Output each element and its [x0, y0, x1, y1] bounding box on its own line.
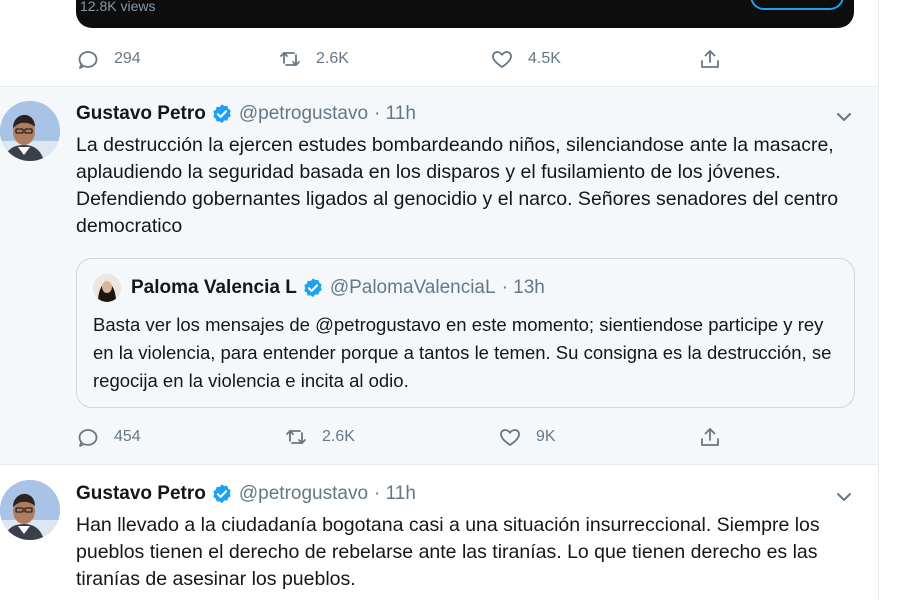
author-handle[interactable]: @petrogustavo — [239, 103, 368, 125]
retweet-count: 2.6K — [316, 50, 349, 67]
tweet-header: Gustavo Petro @petrogustavo · 11h — [76, 481, 416, 507]
reply-count: 294 — [114, 50, 141, 67]
share-icon — [701, 50, 719, 68]
video-preview[interactable]: 12.8K views — [76, 0, 854, 28]
like-count: 4.5K — [528, 50, 561, 67]
timeline: 12.8K views 294 2.6K 4.5K Gustavo Petro … — [0, 0, 878, 600]
reply-count: 454 — [114, 428, 141, 445]
author-handle[interactable]: @petrogustavo — [239, 483, 368, 505]
chevron-down-icon — [837, 493, 851, 501]
like-button[interactable]: 4.5K — [490, 44, 561, 74]
quoted-timestamp: · 13h — [501, 277, 545, 298]
tweet-actions: 454 2.6K 9K — [76, 422, 736, 452]
author-name[interactable]: Gustavo Petro — [76, 103, 206, 125]
verified-badge-icon — [213, 484, 231, 504]
quoted-author-name: Paloma Valencia L — [131, 277, 297, 298]
tweet-header: Gustavo Petro @petrogustavo · 11h — [76, 101, 416, 127]
quoted-author-handle: @PalomaValenciaL — [329, 277, 496, 298]
chevron-down-icon — [837, 113, 851, 121]
avatar[interactable] — [0, 480, 60, 540]
like-count: 9K — [536, 428, 556, 445]
avatar-image — [0, 101, 60, 161]
retweet-button[interactable]: 2.6K — [278, 44, 349, 74]
like-button[interactable]: 9K — [498, 422, 556, 452]
reply-button[interactable]: 454 — [76, 422, 141, 452]
column-border — [878, 0, 879, 600]
retweet-icon — [286, 430, 306, 444]
share-button[interactable] — [698, 422, 722, 452]
quoted-avatar — [93, 274, 121, 302]
share-button[interactable] — [698, 44, 722, 74]
retweet-count: 2.6K — [322, 428, 355, 445]
heart-icon — [492, 51, 512, 68]
quoted-tweet[interactable]: Paloma Valencia L @PalomaValenciaL · 13h… — [76, 258, 855, 408]
video-button[interactable] — [750, 0, 844, 10]
avatar[interactable] — [0, 101, 60, 161]
retweet-icon — [280, 52, 300, 66]
quoted-tweet-text: Basta ver los mensajes de @petrogustavo … — [93, 314, 832, 391]
avatar-image — [0, 480, 60, 540]
quoted-tweet-header: Paloma Valencia L @PalomaValenciaL · 13h — [93, 274, 545, 302]
tweet[interactable]: Gustavo Petro @petrogustavo · 11h La des… — [0, 87, 878, 464]
heart-icon — [500, 429, 520, 446]
author-name[interactable]: Gustavo Petro — [76, 483, 206, 505]
reply-icon — [78, 51, 98, 69]
reply-button[interactable]: 294 — [76, 44, 141, 74]
verified-badge-icon — [213, 104, 231, 124]
quoted-avatar-image — [93, 274, 121, 302]
tweet-actions: 294 2.6K 4.5K — [76, 44, 736, 74]
tweet-timestamp[interactable]: · 11h — [374, 483, 416, 505]
retweet-button[interactable]: 2.6K — [284, 422, 355, 452]
reply-icon — [78, 429, 98, 447]
more-options-button[interactable] — [834, 487, 854, 507]
verified-badge-icon — [304, 278, 322, 298]
video-views: 12.8K views — [80, 0, 156, 14]
tweet-text: La destrucción la ejercen estudes bombar… — [76, 134, 839, 237]
more-options-button[interactable] — [834, 107, 854, 127]
tweet-timestamp[interactable]: · 11h — [374, 103, 416, 125]
share-icon — [701, 428, 719, 446]
tweet-text: Han llevado a la ciudadanía bogotana cas… — [76, 514, 820, 590]
tweet[interactable]: Gustavo Petro @petrogustavo · 11h Han ll… — [0, 465, 878, 600]
